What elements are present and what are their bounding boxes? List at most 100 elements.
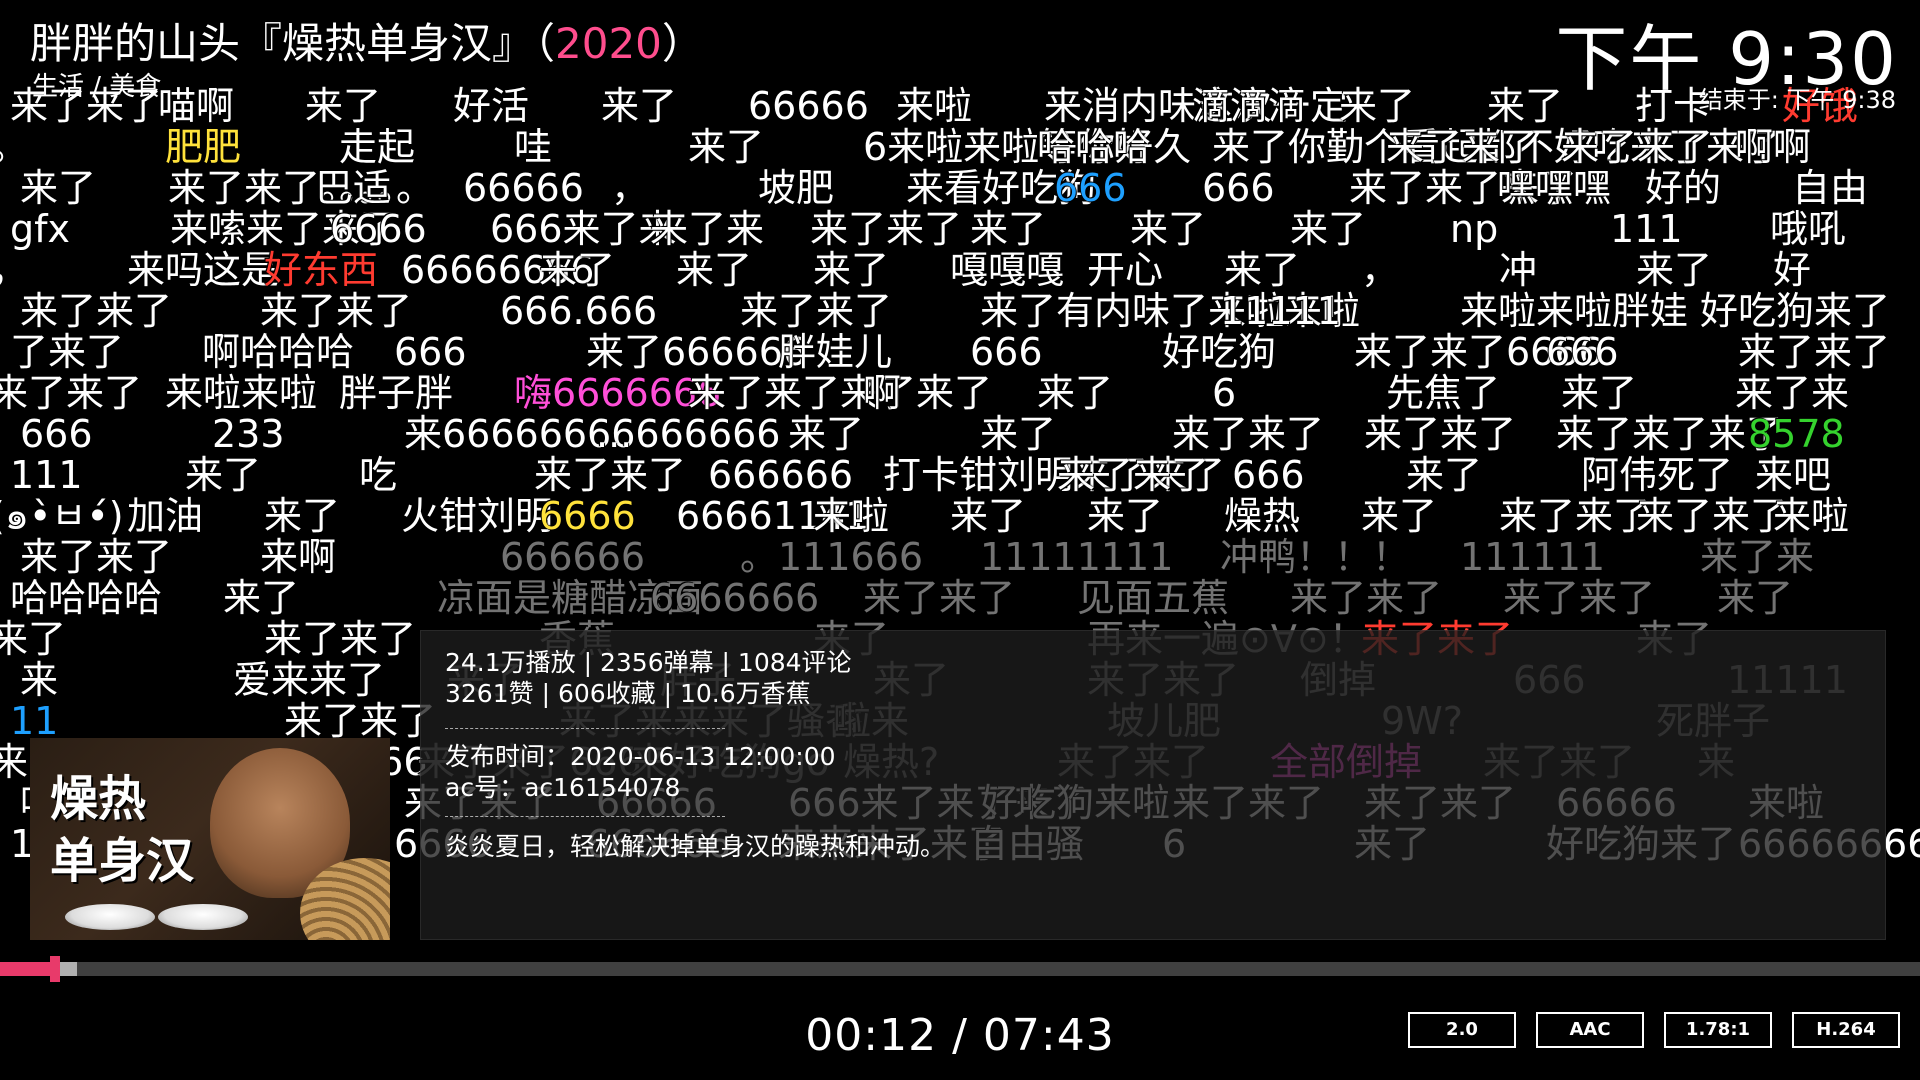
danmaku-comment: 来了 xyxy=(788,412,865,456)
danmaku-comment: 来了来了 xyxy=(264,617,417,661)
danmaku-comment: 来了你勤个看起都不好吃来了来了 xyxy=(1212,125,1783,169)
danmaku-comment: 666 xyxy=(394,330,467,374)
danmaku-comment: 来了来了 xyxy=(1290,576,1443,620)
danmaku-comment: 走起 xyxy=(339,125,416,169)
danmaku-comment: 666 xyxy=(1546,330,1619,374)
danmaku-comment: 加油 xyxy=(127,494,204,538)
danmaku-comment: 66666 xyxy=(748,84,869,128)
danmaku-comment: 好 xyxy=(1773,248,1812,292)
danmaku-comment: 好的 xyxy=(1645,166,1722,210)
thumbnail-text-line-1: 燥热 xyxy=(50,771,147,827)
title-text: 胖胖的山头『燥热单身汉』（ xyxy=(30,19,556,68)
danmaku-comment: 来看好吃狗 xyxy=(906,166,1097,210)
danmaku-comment: 来了 xyxy=(1361,494,1438,538)
danmaku-comment: 啊 xyxy=(863,371,902,415)
danmaku-comment: 哈哈哈哈 xyxy=(10,576,163,620)
danmaku-comment: 来了 xyxy=(1037,371,1114,415)
danmaku-comment: 6666 xyxy=(330,207,427,251)
total-time: 07:43 xyxy=(982,1010,1115,1061)
video-player[interactable]: 来了来了喵啊来了好活来了66666来啦来消内味这次一定滴滴滴来了来了打卡好饿。肥… xyxy=(0,0,1920,1080)
danmaku-comment: 凉面是糖醋凉面 xyxy=(437,576,704,620)
danmaku-comment: 666 xyxy=(970,330,1043,374)
danmaku-comment: 来啦 xyxy=(813,494,890,538)
danmaku-comment: ， xyxy=(0,246,28,294)
thumbnail-plate xyxy=(158,904,248,930)
danmaku-comment: 来了来了6666 xyxy=(1354,330,1603,374)
danmaku-comment: 冲鸭！！！ xyxy=(1220,535,1411,579)
time-separator: / xyxy=(937,1010,983,1061)
danmaku-comment: 来了来了 xyxy=(260,289,413,333)
danmaku-comment: 来 xyxy=(20,658,59,702)
danmaku-comment: 打卡钳刘明来了来了 xyxy=(883,453,1226,497)
danmaku-comment: 来吗这是 xyxy=(127,248,280,292)
danmaku-comment: 来了来 xyxy=(1735,371,1850,415)
danmaku-comment: 来了来 xyxy=(1700,535,1815,579)
danmaku-comment: 来了 xyxy=(601,84,678,128)
danmaku-comment: 来了 xyxy=(539,248,616,292)
danmaku-comment: gfx xyxy=(10,207,70,251)
danmaku-comment: 来了 xyxy=(980,412,1057,456)
video-thumbnail: 燥热 单身汉 xyxy=(30,738,390,940)
danmaku-comment: 胖娃儿 xyxy=(778,330,893,374)
danmaku-comment: 111 xyxy=(10,453,83,497)
danmaku-comment: 来啦来啦胖娃 xyxy=(1460,289,1689,333)
danmaku-comment: 来啊 xyxy=(260,535,337,579)
danmaku-comment: 来了 xyxy=(676,248,753,292)
danmaku-comment: 666 xyxy=(1232,453,1305,497)
danmaku-comment: 开心 xyxy=(1087,248,1164,292)
danmaku-comment: (๑•̀ㅂ•́) xyxy=(0,494,124,538)
danmaku-comment: 来吧 xyxy=(1755,453,1832,497)
danmaku-comment: 嘿嘿嘿 xyxy=(1497,166,1612,210)
info-divider xyxy=(445,728,725,729)
progress-fill xyxy=(0,962,50,976)
danmaku-comment: 来了来了。。。。。 xyxy=(168,166,435,210)
danmaku-comment: 来了来了来了来了 xyxy=(688,371,993,415)
danmaku-comment: 好吃狗 xyxy=(1162,330,1277,374)
danmaku-comment: 6来啦来啦等你好久 xyxy=(863,125,1192,169)
danmaku-comment: 666 xyxy=(1202,166,1275,210)
danmaku-comment: 来了 xyxy=(264,494,341,538)
danmaku-comment: 嗨6666666 xyxy=(514,371,722,415)
danmaku-comment: 肥肥 xyxy=(165,125,242,169)
video-description: 炎炎夏日，轻松解决掉单身汉的躁热和冲动。 xyxy=(445,832,946,861)
danmaku-comment: 666.666 xyxy=(500,289,658,333)
danmaku-comment: 燥热 xyxy=(1224,494,1301,538)
danmaku-comment: 来了 xyxy=(950,494,1027,538)
danmaku-comment: 坡肥 xyxy=(758,166,835,210)
danmaku-comment: 来了 xyxy=(1290,207,1367,251)
danmaku-comment: 来了来了来了 xyxy=(1349,166,1578,210)
danmaku-comment: 来了有内味了来啦来啦 xyxy=(980,289,1361,333)
danmaku-comment: 来了来了 xyxy=(534,453,687,497)
danmaku-comment: 11111 xyxy=(1220,289,1341,333)
danmaku-comment: 来了 xyxy=(970,207,1047,251)
video-codec-badge: H.264 xyxy=(1792,1012,1900,1048)
media-badges: 2.0 AAC 1.78:1 H.264 xyxy=(1408,1012,1900,1048)
danmaku-comment: 来了 xyxy=(1717,576,1794,620)
ends-at-time: 结束于: 下午 9:38 xyxy=(1698,86,1896,114)
danmaku-comment: 666 xyxy=(20,412,93,456)
danmaku-comment: 哇 xyxy=(514,125,553,169)
danmaku-comment: 666 xyxy=(1054,166,1127,210)
speed-badge: 2.0 xyxy=(1408,1012,1516,1048)
danmaku-comment: 来了来 xyxy=(650,207,765,251)
video-info-panel: 24.1万播放 | 2356弹幕 | 1084评论 3261赞 | 606收藏 … xyxy=(420,630,1886,940)
danmaku-comment: 来了来了 xyxy=(0,371,143,415)
danmaku-comment: 来了来了 xyxy=(20,535,173,579)
current-time: 00:12 xyxy=(805,1010,938,1061)
danmaku-comment: 233 xyxy=(212,412,285,456)
danmaku-comment: 了来了 xyxy=(10,330,125,374)
danmaku-comment: 来了来了 xyxy=(1172,412,1325,456)
progress-knob[interactable] xyxy=(50,956,60,982)
danmaku-comment: 666666 xyxy=(500,535,646,579)
audio-codec-badge: AAC xyxy=(1536,1012,1644,1048)
danmaku-comment: ， xyxy=(611,166,650,210)
progress-track[interactable] xyxy=(0,962,1920,976)
video-title: 胖胖的山头『燥热单身汉』（2020） xyxy=(30,14,704,74)
danmaku-comment: 11111111 xyxy=(980,535,1174,579)
danmaku-comment: 来了来了 xyxy=(740,289,893,333)
danmaku-comment: 来66666666666666 xyxy=(404,412,781,456)
danmaku-comment: 来了 xyxy=(813,248,890,292)
danmaku-comment: 6666 xyxy=(539,494,636,538)
thumbnail-plate xyxy=(65,904,155,930)
stats-line-1: 24.1万播放 | 2356弹幕 | 1084评论 xyxy=(445,648,852,677)
